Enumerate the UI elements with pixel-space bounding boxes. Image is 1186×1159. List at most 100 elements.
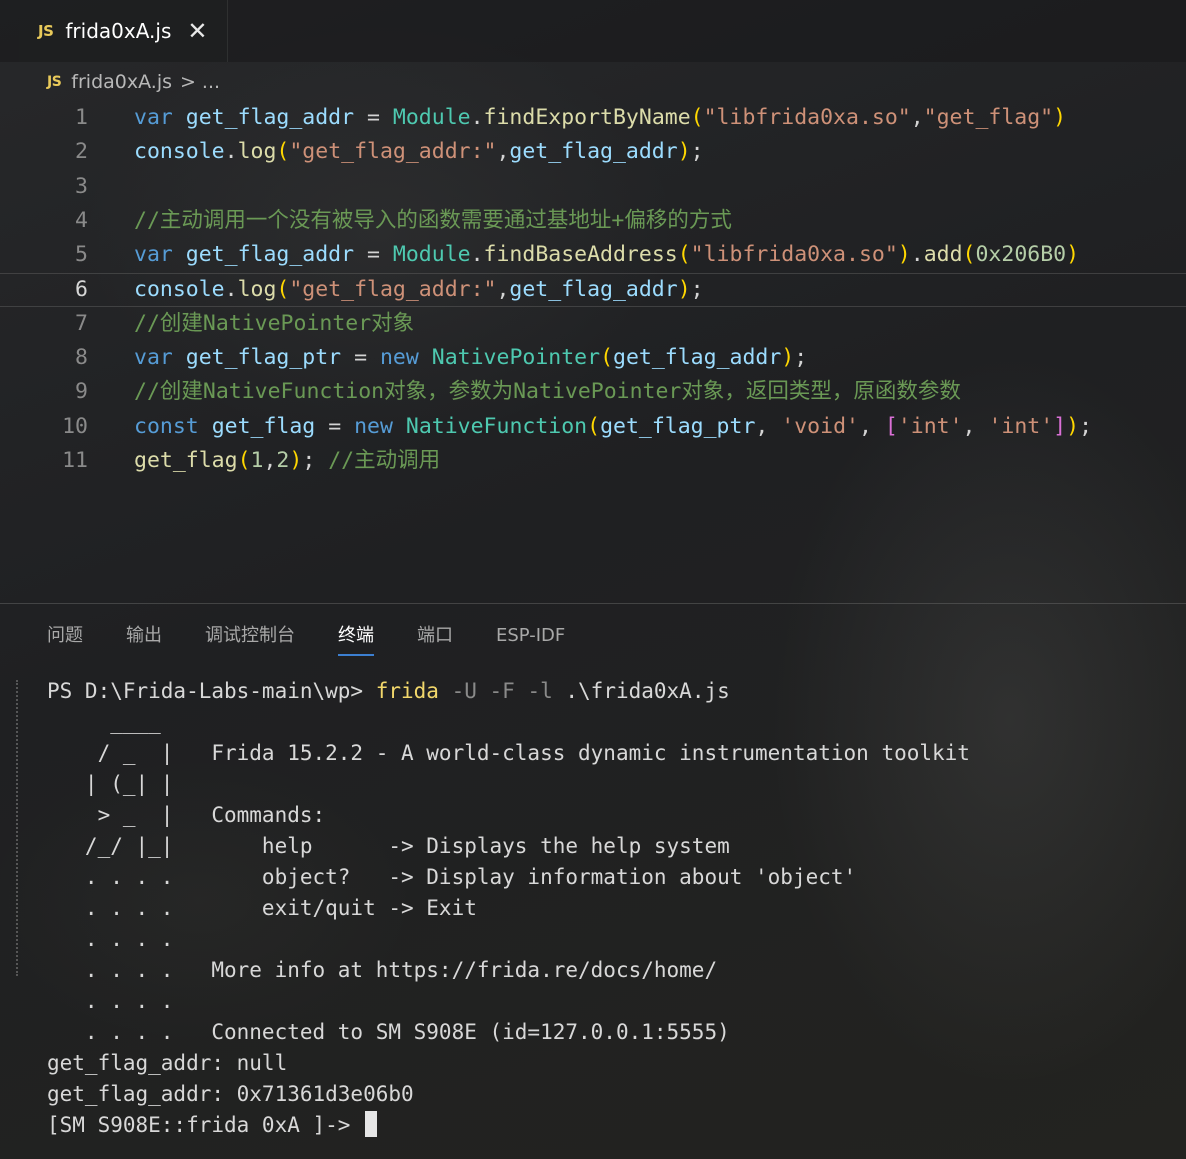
code-token: get_flag_ptr: [600, 413, 756, 439]
code-token: "libfrida0xa.so": [690, 242, 898, 268]
code-token: "get_flag_addr:": [289, 276, 497, 302]
code-token: ,: [496, 139, 510, 165]
code-token: ;: [690, 139, 704, 165]
code-token: =: [315, 413, 355, 439]
code-token: new: [354, 413, 393, 439]
line-number: 2: [75, 139, 88, 165]
code-token: ;: [1079, 413, 1093, 439]
tab-title: frida0xA.js: [65, 19, 172, 43]
code-text: console.log("get_flag_addr:",get_flag_ad…: [134, 273, 704, 307]
code-token: 1: [250, 448, 264, 473]
code-line-9[interactable]: 9 //创建NativeFunction对象，参数为NativePointer对象…: [0, 375, 1186, 409]
code-token: ): [677, 139, 691, 165]
line-number: 9: [75, 379, 88, 405]
code-token: log: [237, 139, 277, 165]
code-token: get_flag_addr: [613, 345, 782, 371]
terminal-line: . . . . object? -> Display information a…: [47, 865, 857, 889]
terminal-line: get_flag_addr: null: [47, 1051, 288, 1075]
code-token: .: [470, 242, 484, 268]
breadcrumb-more[interactable]: ...: [202, 71, 220, 93]
code-token: ): [1053, 105, 1067, 130]
code-token: 'void': [781, 413, 859, 439]
code-token: Module: [392, 242, 471, 268]
code-line-2[interactable]: 2 console.log("get_flag_addr:",get_flag_a…: [0, 135, 1186, 169]
code-token: (: [690, 105, 704, 130]
code-line-4[interactable]: 4 //主动调用一个没有被导入的函数需要通过基地址+偏移的方式: [0, 204, 1186, 238]
code-line-11[interactable]: 11 get_flag(1,2); //主动调用: [0, 444, 1186, 478]
terminal-repl-line[interactable]: [SM S908E::frida 0xA ]->: [47, 1110, 1177, 1141]
code-token: var: [134, 105, 173, 130]
panel-tab-0[interactable]: 问题: [47, 620, 83, 656]
panel-tab-3[interactable]: 终端: [338, 620, 374, 656]
code-line-7[interactable]: 7 //创建NativePointer对象: [0, 307, 1186, 341]
code-line-8[interactable]: 8 var get_flag_ptr = new NativePointer(ge…: [0, 341, 1186, 375]
code-token: var: [134, 242, 173, 268]
panel-tab-1[interactable]: 输出: [126, 620, 162, 656]
panel-tab-2[interactable]: 调试控制台: [205, 620, 295, 656]
code-token: var: [134, 345, 173, 371]
code-token: console: [134, 139, 225, 165]
line-number: 6: [75, 276, 88, 302]
code-token: (: [962, 242, 976, 268]
code-token: NativeFunction: [405, 413, 588, 439]
line-number: 3: [75, 173, 88, 199]
code-token: //创建NativePointer对象: [134, 310, 415, 336]
code-line-1[interactable]: 1 var get_flag_addr = Module.findExportBy…: [0, 101, 1186, 135]
code-token: ;: [794, 345, 808, 371]
terminal-line: . . . .: [47, 927, 174, 951]
line-number: 1: [75, 105, 88, 130]
terminal-line: . . . . exit/quit -> Exit: [47, 896, 477, 920]
code-token: findExportByName: [483, 105, 691, 130]
editor-tab-bar: JS frida0xA.js ✕: [0, 0, 1186, 62]
code-token: ;: [690, 276, 704, 302]
text-cursor: [365, 1111, 378, 1137]
terminal-line: /_/ |_| help -> Displays the help system: [47, 834, 730, 858]
panel-tab-5[interactable]: ESP-IDF: [496, 620, 565, 656]
code-token: 'int': [988, 413, 1054, 439]
code-text: get_flag(1,2); //主动调用: [134, 444, 440, 478]
code-token: console: [134, 276, 225, 302]
code-token: ,: [910, 105, 924, 130]
terminal-line: / _ | Frida 15.2.2 - A world-class dynam…: [47, 741, 970, 765]
tab-frida0xa-js[interactable]: JS frida0xA.js ✕: [19, 0, 228, 62]
code-line-10[interactable]: 10 const get_flag = new NativeFunction(ge…: [0, 410, 1186, 444]
code-token: ): [677, 276, 691, 302]
code-line-3[interactable]: 3: [0, 170, 1186, 204]
code-token: get_flag: [134, 448, 238, 473]
code-token: add: [923, 242, 963, 268]
code-token: log: [237, 276, 277, 302]
code-line-6[interactable]: 6 console.log("get_flag_addr:",get_flag_a…: [0, 273, 1186, 307]
code-token: get_flag_addr: [185, 242, 355, 268]
code-token: NativePointer: [431, 345, 601, 371]
code-token: get_flag_addr: [185, 105, 355, 130]
line-number: 8: [75, 345, 88, 371]
code-text: var get_flag_ptr = new NativePointer(get…: [134, 341, 807, 375]
terminal-line: . . . .: [47, 989, 174, 1013]
code-token: //主动调用一个没有被导入的函数需要通过基地址+偏移的方式: [134, 207, 732, 233]
code-token: get_flag_addr: [509, 139, 678, 165]
code-token: =: [341, 345, 380, 371]
code-text: //创建NativeFunction对象，参数为NativePointer对象，…: [134, 375, 961, 409]
code-token: ): [897, 242, 911, 268]
panel-divider: [0, 603, 1186, 604]
code-token: "libfrida0xa.so": [703, 105, 911, 130]
code-token: (: [276, 276, 290, 302]
terminal[interactable]: PS D:\Frida-Labs-main\wp> frida -U -F -l…: [47, 676, 1177, 1141]
code-text: var get_flag_addr = Module.findBaseAddre…: [134, 238, 1079, 272]
close-icon[interactable]: ✕: [187, 19, 207, 43]
line-number: 5: [75, 242, 88, 268]
code-token: ,: [962, 413, 989, 439]
breadcrumb-file[interactable]: frida0xA.js: [71, 71, 172, 93]
terminal-output: ____ / _ | Frida 15.2.2 - A world-class …: [47, 707, 1177, 1110]
panel-tab-4[interactable]: 端口: [417, 620, 453, 656]
terminal-line: ____: [47, 710, 161, 734]
code-text: //主动调用一个没有被导入的函数需要通过基地址+偏移的方式: [134, 204, 732, 238]
code-line-5[interactable]: 5 var get_flag_addr = Module.findBaseAddr…: [0, 238, 1186, 272]
code-token: findBaseAddress: [483, 242, 678, 268]
code-token: "get_flag": [923, 105, 1054, 130]
terminal-line: . . . . More info at https://frida.re/do…: [47, 958, 718, 982]
